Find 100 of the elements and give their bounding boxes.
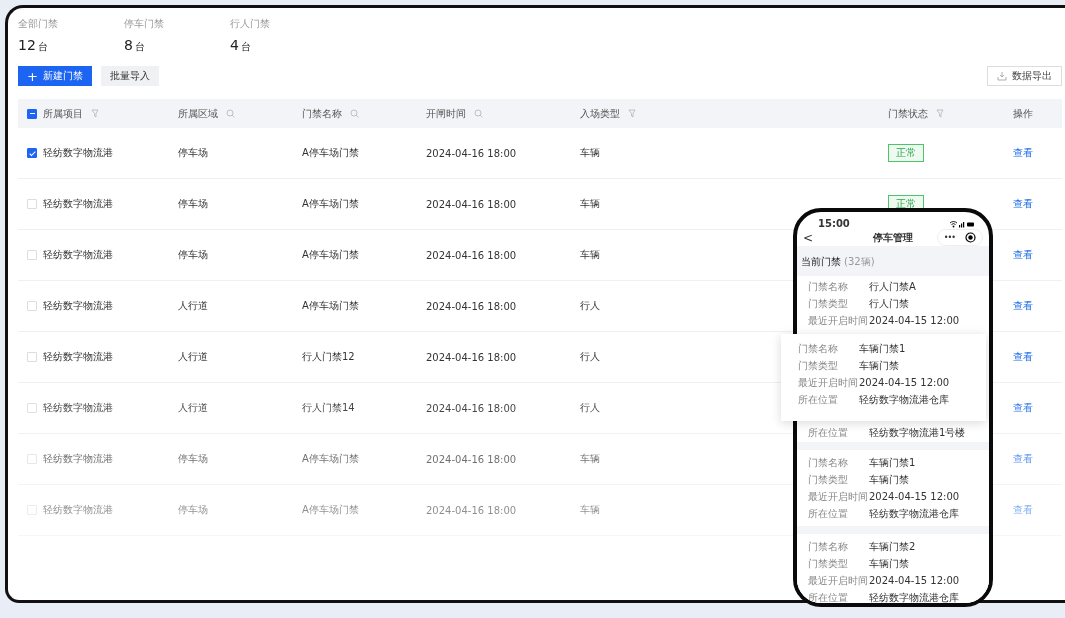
search-icon[interactable] [350,109,359,118]
field-value: 行人门禁 [869,296,909,311]
stat-value: 8 台 [124,37,146,55]
table-cell: 停车场 [178,197,208,211]
field-value: 车辆门禁2 [869,539,916,554]
field-label: 最近开启时间 [808,489,869,504]
view-link[interactable]: 查看 [1013,350,1033,364]
table-cell: 车辆 [580,503,600,517]
gate-card[interactable]: 门禁名称 车辆门禁1 门禁类型 车辆门禁 最近开启时间2024-04-15 12:00 所在位置 轻纺数字物流港仓库 [797,450,989,526]
view-link[interactable]: 查看 [1013,197,1033,211]
table-cell: 2024-04-16 18:00 [426,198,517,210]
select-all-checkbox[interactable] [27,108,37,119]
field-value: 车辆门禁 [869,556,909,571]
table-cell: 停车场 [178,146,208,160]
table-cell: 轻纺数字物流港 [43,452,113,466]
field-value: 轻纺数字物流港仓库 [859,392,949,407]
field-label: 门禁类型 [808,296,849,311]
table-cell: A停车场门禁 [302,503,359,517]
filter-icon[interactable] [628,109,637,118]
new-button[interactable]: + 新建门禁 [18,66,92,86]
table-cell: 行人 [580,350,600,364]
table-cell: 2024-04-16 18:00 [426,351,517,363]
table-cell: 2024-04-16 18:00 [426,453,517,465]
table-cell: 轻纺数字物流港 [43,248,113,262]
table-cell: 车辆 [580,146,600,160]
filter-icon[interactable] [936,109,945,118]
table-cell: 行人 [580,299,600,313]
table-cell: 人行道 [178,350,208,364]
field-value: 轻纺数字物流港仓库 [869,506,959,521]
table-cell: 轻纺数字物流港 [43,401,113,415]
table-cell: A停车场门禁 [302,197,359,211]
table-cell: 2024-04-16 18:00 [426,504,517,516]
search-icon[interactable] [226,109,235,118]
field-label: 门禁类型 [808,556,849,571]
export-button[interactable]: 数据导出 [987,66,1062,86]
column-header: 开闸时间 [426,106,466,121]
view-link[interactable]: 查看 [1013,452,1033,466]
table-cell: 轻纺数字物流港 [43,197,113,211]
table-cell: 车辆 [580,197,600,211]
field-value: 行人门禁A [869,279,916,294]
table-cell: A停车场门禁 [302,146,359,160]
table-cell: 停车场 [178,452,208,466]
table-cell: 行人门禁14 [302,401,355,415]
field-label: 最近开启时间 [808,573,869,588]
gate-card[interactable]: 门禁名称 车辆门禁2 门禁类型 车辆门禁 最近开启时间2024-04-15 12:00 所在位置 轻纺数字物流港仓库 [797,534,989,603]
column-header: 所属区域 [178,106,218,121]
table-cell: 停车场 [178,503,208,517]
table-cell: 2024-04-16 18:00 [426,402,517,414]
table-cell: A停车场门禁 [302,299,359,313]
field-label: 门禁名称 [808,539,849,554]
search-icon[interactable] [474,109,483,118]
back-button[interactable]: < [803,230,814,245]
view-link[interactable]: 查看 [1013,248,1033,262]
view-link[interactable]: 查看 [1013,299,1033,313]
field-label: 所在位置 [808,590,849,603]
field-label: 所在位置 [808,425,849,440]
table-cell: 停车场 [178,248,208,262]
view-link[interactable]: 查看 [1013,146,1033,160]
field-label: 门禁名称 [808,279,849,294]
field-label: 门禁名称 [808,455,849,470]
table-cell: 行人门禁12 [302,350,355,364]
table-cell: 轻纺数字物流港 [43,299,113,313]
table-cell: 轻纺数字物流港 [43,503,113,517]
status-time: 15:00 [818,218,850,229]
page-title: 停车管理 [873,230,913,245]
view-link[interactable]: 查看 [1013,401,1033,415]
close-target-icon[interactable] [965,232,976,243]
table-cell: 车辆 [580,248,600,262]
table-cell: 轻纺数字物流港 [43,350,113,364]
row-checkbox[interactable] [27,148,37,158]
table-cell: 2024-04-16 18:00 [426,249,517,261]
field-value: 2024-04-15 12:00 [859,377,950,388]
field-label: 门禁类型 [798,358,839,373]
column-header: 门禁状态 [888,106,928,121]
column-header: 入场类型 [580,106,620,121]
table-cell: 轻纺数字物流港 [43,146,113,160]
column-header: 所属项目 [43,106,83,121]
download-icon [997,71,1007,81]
field-value: 轻纺数字物流港仓库 [869,590,959,603]
field-label: 门禁类型 [808,472,849,487]
field-label: 门禁名称 [798,341,839,356]
status-icons [949,219,975,228]
filter-icon[interactable] [91,109,100,118]
field-value: 车辆门禁1 [859,341,906,356]
table-cell: 人行道 [178,401,208,415]
stat-value: 12 台 [18,37,49,55]
table-cell: A停车场门禁 [302,452,359,466]
field-value: 2024-04-15 12:00 [869,575,960,586]
stat-label: 行人门禁 [230,18,271,30]
table-cell: 人行道 [178,299,208,313]
stat-label: 停车门禁 [124,18,165,30]
import-button[interactable]: 批量导入 [100,66,159,86]
field-value: 轻纺数字物流港1号楼 [869,425,966,440]
field-label: 最近开启时间 [798,375,859,390]
table-cell: 2024-04-16 18:00 [426,300,517,312]
field-value: 车辆门禁 [859,358,899,373]
field-value: 2024-04-15 12:00 [869,315,960,326]
section-title: 当前门禁 (32辆) [800,255,876,269]
stat-label: 全部门禁 [18,18,59,30]
more-button[interactable]: ••• [943,233,955,242]
